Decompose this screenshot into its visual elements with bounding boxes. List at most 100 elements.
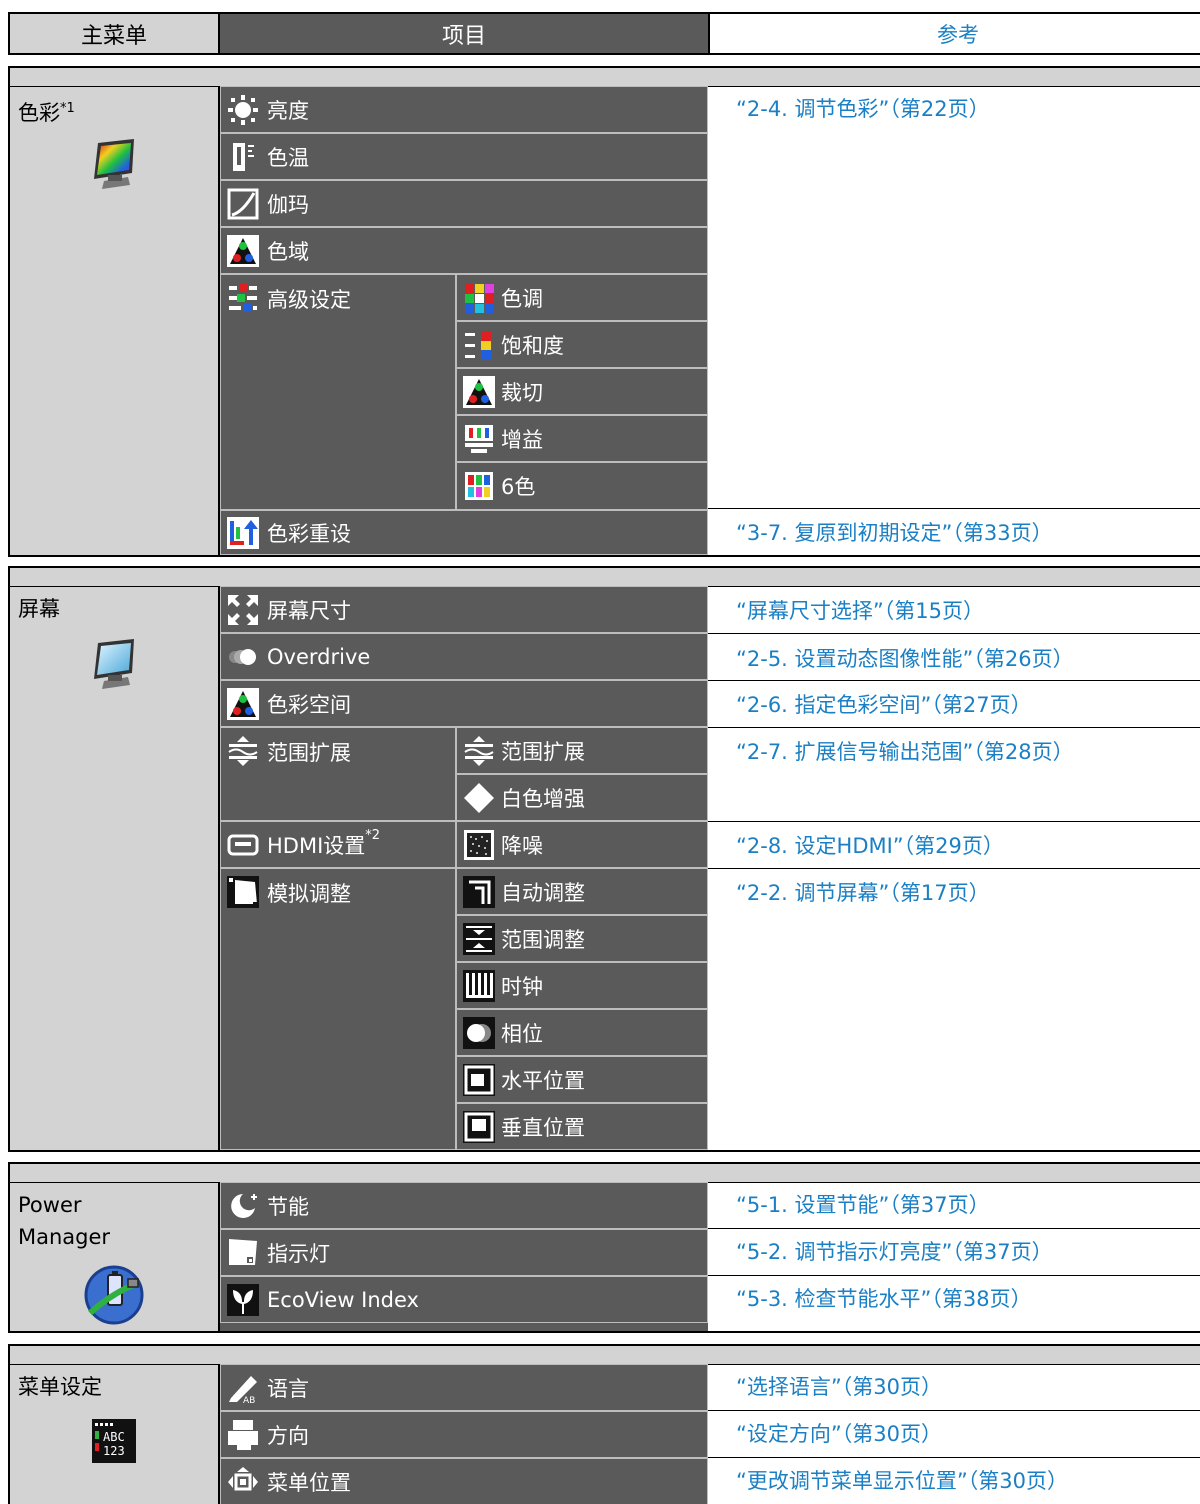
ref-link-hdmi[interactable]: “2-8. 设定HDMI”（第29页） [736,830,1004,860]
menu-item-phase-label: 相位 [501,1021,543,1046]
main-label-menu: 菜单设定 [18,1375,102,1399]
main-label-power: Power Manager [18,1193,111,1249]
range-adjust-icon [463,923,495,955]
clipping-triangle-icon [463,376,495,408]
menu-item-indicator[interactable]: 指示灯 [220,1229,708,1276]
overdrive-icon [227,641,259,673]
menu-item-h-position[interactable]: 水平位置 [456,1056,708,1103]
ref-link-color-space[interactable]: “2-6. 指定色彩空间”（第27页） [736,689,1032,719]
menu-item-brightness[interactable]: 亮度 [220,86,708,133]
menu-item-screen-size[interactable]: 屏幕尺寸 [220,586,708,633]
menu-item-hue-label: 色调 [501,286,543,311]
menu-item-hdmi[interactable]: HDMI设置 *2 [220,821,456,868]
menu-item-color-reset[interactable]: 色彩重设 [220,510,708,555]
ref-cell-power: “5-1. 设置节能”（第37页） “5-2. 调节指示灯亮度”（第37页） “… [708,1182,1200,1333]
menu-item-screen-size-label: 屏幕尺寸 [267,598,351,623]
menu-item-hue[interactable]: 色调 [456,274,708,321]
menu-item-advanced[interactable]: 高级设定 [220,274,456,510]
menu-position-icon [227,1466,259,1498]
main-label-screen: 屏幕 [18,597,60,621]
hue-icon [463,282,495,314]
menu-item-menu-position[interactable]: 菜单位置 [220,1458,708,1504]
main-label-color: 色彩*1 [18,101,75,125]
ref-cell-screen: “屏幕尺寸选择”（第15页） “2-5. 设置动态图像性能”（第26页） “2-… [708,586,1200,1152]
menu-item-gain[interactable]: 增益 [456,415,708,462]
menu-item-noise-reduction-label: 降噪 [501,833,543,858]
ref-link-adjust-color[interactable]: “2-4. 调节色彩”（第22页） [736,93,990,123]
menu-item-clock[interactable]: 时钟 [456,962,708,1009]
menu-item-temperature[interactable]: 色温 [220,133,708,180]
menu-item-range-adjust[interactable]: 范围调整 [456,915,708,962]
menu-item-v-position[interactable]: 垂直位置 [456,1103,708,1150]
main-cell-color: 色彩*1 [8,86,220,557]
menu-item-analog[interactable]: 模拟调整 [220,868,456,1150]
menu-item-color-space[interactable]: 色彩空间 [220,680,708,727]
ref-link-range[interactable]: “2-7. 扩展信号输出范围”（第28页） [736,736,1074,766]
range-extension-icon [463,735,495,767]
menu-item-gamma-label: 伽玛 [267,192,309,217]
ref-link-screen-size[interactable]: “屏幕尺寸选择”（第15页） [736,595,984,625]
screen-monitor-icon [84,637,144,702]
ref-link-analog[interactable]: “2-2. 调节屏幕”（第17页） [736,877,990,907]
section-separator [8,66,1200,86]
menu-item-ecoview[interactable]: EcoView Index [220,1276,708,1323]
menu-item-gamut[interactable]: 色域 [220,227,708,274]
menu-item-auto-adjust[interactable]: 自动调整 [456,868,708,915]
header-reference: 参考 [708,12,1200,55]
menu-item-language[interactable]: AB 语言 [220,1364,708,1411]
clock-bars-icon [463,970,495,1002]
ref-link-menu-position[interactable]: “更改调节菜单显示位置”（第30页） [736,1465,1068,1495]
menu-item-overdrive[interactable]: Overdrive [220,633,708,680]
ref-cell-menu: “选择语言”（第30页） “设定方向”（第30页） “更改调节菜单显示位置”（第… [708,1364,1200,1504]
menu-item-gamut-label: 色域 [267,239,309,264]
menu-item-indicator-label: 指示灯 [267,1241,330,1266]
indicator-light-icon [227,1237,259,1269]
menu-item-range-adjust-label: 范围调整 [501,927,585,952]
items-cell-menu: AB 语言 方向 菜单位置 [220,1364,708,1504]
menu-item-h-position-label: 水平位置 [501,1068,585,1093]
menu-item-color-space-label: 色彩空间 [267,692,351,717]
ref-link-eco[interactable]: “5-1. 设置节能”（第37页） [736,1189,990,1219]
menu-item-orientation-label: 方向 [267,1423,309,1448]
menu-item-eco[interactable]: 节能 [220,1182,708,1229]
ref-link-reset[interactable]: “3-7. 复原到初期设定”（第33页） [736,517,1053,547]
menu-item-phase[interactable]: 相位 [456,1009,708,1056]
items-cell-power: 节能 指示灯 EcoView Index [220,1182,708,1333]
menu-item-six-color-label: 6色 [501,475,536,499]
main-cell-screen: 屏幕 [8,586,220,1152]
menu-item-noise-reduction[interactable]: 降噪 [456,821,708,868]
vertical-position-icon [463,1111,495,1143]
section-separator [8,566,1200,586]
ref-link-indicator[interactable]: “5-2. 调节指示灯亮度”（第37页） [736,1236,1053,1266]
menu-item-v-position-label: 垂直位置 [501,1115,585,1140]
menu-item-six-color[interactable]: 6色 [456,462,708,510]
menu-item-white-enhance[interactable]: 白色增强 [456,774,708,821]
gamma-curve-icon [227,188,259,220]
ref-link-overdrive[interactable]: “2-5. 设置动态图像性能”（第26页） [736,643,1074,673]
menu-item-range-extension-sub[interactable]: 范围扩展 [456,727,708,774]
menu-item-range-extension-label: 范围扩展 [267,740,351,765]
items-cell-screen: 屏幕尺寸 Overdrive 色彩空间 范围扩展 范围扩展 白色增强 HDMI设… [220,586,708,1152]
header-items-label: 项目 [441,23,486,49]
menu-item-clipping[interactable]: 裁切 [456,368,708,415]
menu-item-clipping-label: 裁切 [501,380,543,405]
menu-item-brightness-label: 亮度 [267,98,309,123]
menu-item-menu-position-label: 菜单位置 [267,1470,351,1495]
gamut-triangle-icon [227,235,259,267]
menu-item-orientation[interactable]: 方向 [220,1411,708,1458]
orientation-icon [227,1419,259,1451]
header-main-menu: 主菜单 [8,12,220,55]
ref-link-orientation[interactable]: “设定方向”（第30页） [736,1418,942,1448]
ref-link-language[interactable]: “选择语言”（第30页） [736,1371,942,1401]
menu-item-saturation[interactable]: 饱和度 [456,321,708,368]
menu-item-gamma[interactable]: 伽玛 [220,180,708,227]
color-reset-icon [227,517,259,549]
horizontal-position-icon [463,1064,495,1096]
section-separator [8,1162,1200,1182]
menu-item-hdmi-label: HDMI设置 *2 [267,828,381,858]
power-manager-icon [82,1263,146,1332]
menu-item-range-extension[interactable]: 范围扩展 [220,727,456,821]
gain-icon [463,423,495,455]
ref-link-ecoview[interactable]: “5-3. 检查节能水平”（第38页） [736,1283,1032,1313]
six-color-icon [463,470,495,502]
